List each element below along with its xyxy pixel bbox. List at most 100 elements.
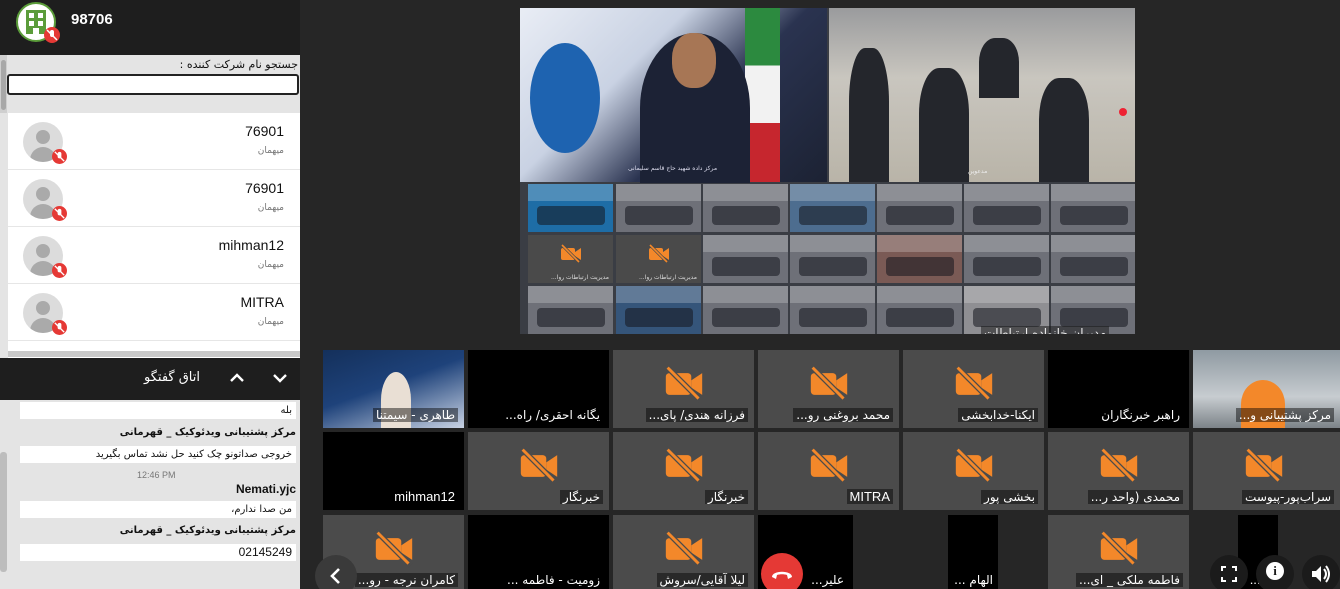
participant-tile[interactable]: خبرنگار: [468, 432, 609, 510]
camera-off-icon: [808, 446, 848, 485]
participant-tile[interactable]: طاهری - سیمتنا: [323, 350, 464, 428]
participant-item[interactable]: 76901 میهمان: [8, 113, 300, 170]
tile-name: یگانه احقری/ راه...: [505, 408, 600, 422]
participant-tile[interactable]: سراب‌پور-پیوست: [1193, 432, 1340, 510]
participant-name: mihman12: [218, 237, 284, 253]
participant-tile[interactable]: خبرنگار: [613, 432, 754, 510]
tile-name: مرکز پشتیبانی و...: [1235, 408, 1334, 422]
video-thumbnail: [877, 235, 962, 283]
participant-tile[interactable]: لیلا آقایی/سروش: [613, 515, 754, 589]
participant-item[interactable]: MITRA میهمان: [8, 284, 300, 341]
panel-divider[interactable]: [8, 351, 300, 357]
participant-item[interactable]: mihman12 میهمان: [8, 227, 300, 284]
audience-figure: [849, 48, 889, 182]
participant-name: 76901: [245, 180, 284, 196]
video-thumbnail-camera-off: مدیریت ارتباطات روا...: [616, 235, 701, 283]
camera-off-icon: [663, 364, 703, 403]
video-thumbnail: [964, 235, 1049, 283]
chevron-down-icon[interactable]: [269, 366, 291, 390]
video-thumbnail: [703, 184, 788, 232]
mic-muted-icon[interactable]: [52, 149, 67, 164]
fullscreen-icon: [1221, 566, 1237, 582]
chat-sender: مرکز پشتیبانی ویدئوکیک _ قهرمانی: [119, 525, 296, 536]
camera-off-icon: [1243, 446, 1283, 485]
video-caption: مدعوین: [968, 168, 988, 175]
tile-name: علیر...: [811, 573, 844, 587]
participant-tile[interactable]: فاطمه ملکی _ ای...: [1048, 515, 1189, 589]
participant-tile[interactable]: مرکز پشتیبانی و...: [1193, 350, 1340, 428]
participant-item[interactable]: 76901 میهمان: [8, 170, 300, 227]
volume-button[interactable]: [1302, 555, 1340, 589]
tile-name: فرزانه هندی/ پای...: [645, 408, 748, 422]
video-thumbnail: [964, 184, 1049, 232]
video-thumbnail: [790, 286, 875, 334]
video-thumbnail: [703, 286, 788, 334]
audience-figure: [979, 38, 1019, 98]
participant-list-scroll-thumb[interactable]: [1, 60, 6, 110]
previous-page-button[interactable]: [315, 555, 357, 589]
mic-muted-icon[interactable]: [52, 263, 67, 278]
chat-message: خروجی صداتونو چک کنید حل نشد تماس بگیرید: [20, 446, 296, 463]
participant-tile[interactable]: یگانه احقری/ راه...: [468, 350, 609, 428]
tile-name: MITRA: [846, 489, 893, 504]
mic-muted-icon[interactable]: [52, 320, 67, 335]
participant-tile[interactable]: MITRA: [758, 432, 899, 510]
chat-message: بله: [20, 402, 296, 419]
participant-tile[interactable]: محمدی (واحد ر...: [1048, 432, 1189, 510]
chevron-left-icon: [330, 568, 340, 584]
mic-muted-icon[interactable]: [52, 206, 67, 221]
brand-logo: [530, 43, 600, 153]
participant-search-input[interactable]: [7, 74, 299, 95]
search-label: جستجو نام شرکت کننده :: [179, 58, 298, 71]
camera-off-icon: [663, 446, 703, 485]
tile-name: راهبر خبرنگاران: [1101, 408, 1180, 422]
conference-app: 98706 جستجو نام شرکت کننده : 76901 میهما…: [0, 0, 1340, 589]
fullscreen-button[interactable]: [1210, 555, 1248, 589]
recording-dot: [1119, 108, 1127, 116]
chat-message: من صدا ندارم،: [20, 501, 296, 518]
camera-off-icon: [953, 446, 993, 485]
video-thumbnail: [790, 235, 875, 283]
participant-tile[interactable]: الهام ...: [948, 515, 998, 589]
chat-scrollbar[interactable]: [0, 452, 7, 572]
chat-title: اتاق گفتگو: [144, 370, 200, 385]
participant-name: MITRA: [240, 294, 284, 310]
info-button[interactable]: i: [1256, 555, 1294, 589]
shared-screen[interactable]: مرکز داده شهید حاج قاسم سلیمانی مدعوین م…: [520, 8, 1135, 334]
participant-role: میهمان: [257, 203, 284, 213]
participant-tile[interactable]: بخشی پور: [903, 432, 1044, 510]
hang-up-button[interactable]: [761, 553, 803, 589]
participant-tile[interactable]: زومیت - فاطمه ...: [468, 515, 609, 589]
tile-name: زومیت - فاطمه ...: [507, 573, 600, 587]
camera-off-icon: [808, 364, 848, 403]
video-thumbnail: [877, 184, 962, 232]
tile-name: طاهری - سیمتنا: [372, 408, 458, 422]
video-thumbnail: [790, 184, 875, 232]
participant-tile[interactable]: mihman12: [323, 432, 464, 510]
chevron-up-icon[interactable]: [226, 366, 248, 390]
chat-timestamp: 12:46 PM: [137, 470, 176, 480]
tile-name: mihman12: [394, 489, 455, 504]
participant-role: میهمان: [257, 317, 284, 327]
tile-name: کامران نرجه - رو...: [354, 573, 458, 587]
video-stage: مرکز داده شهید حاج قاسم سلیمانی مدعوین م…: [300, 0, 1340, 589]
phone-hangup-icon: [772, 571, 792, 579]
participant-tile[interactable]: محمد بروغنی رو...: [758, 350, 899, 428]
participant-tile[interactable]: ایکنا-خدابخشی: [903, 350, 1044, 428]
video-thumbnail-camera-off: مدیریت ارتباطات روا...: [528, 235, 613, 283]
participant-tile[interactable]: فرزانه هندی/ پای...: [613, 350, 754, 428]
camera-off-icon: [1098, 529, 1138, 568]
camera-off-icon: [953, 364, 993, 403]
chat-message: 02145249: [20, 544, 296, 561]
participant-tile[interactable]: راهبر خبرنگاران: [1048, 350, 1189, 428]
participant-role: میهمان: [257, 146, 284, 156]
audience-figure: [919, 68, 969, 182]
mic-muted-icon[interactable]: [44, 27, 60, 43]
participant-role: میهمان: [257, 260, 284, 270]
camera-off-icon: [663, 529, 703, 568]
shared-video-speaker: مرکز داده شهید حاج قاسم سلیمانی: [520, 8, 827, 183]
flag: [745, 8, 780, 182]
thumbnail-label: مدیریت ارتباطات روا...: [638, 274, 697, 281]
tile-name: خبرنگار: [559, 490, 603, 504]
video-thumbnail: [616, 184, 701, 232]
